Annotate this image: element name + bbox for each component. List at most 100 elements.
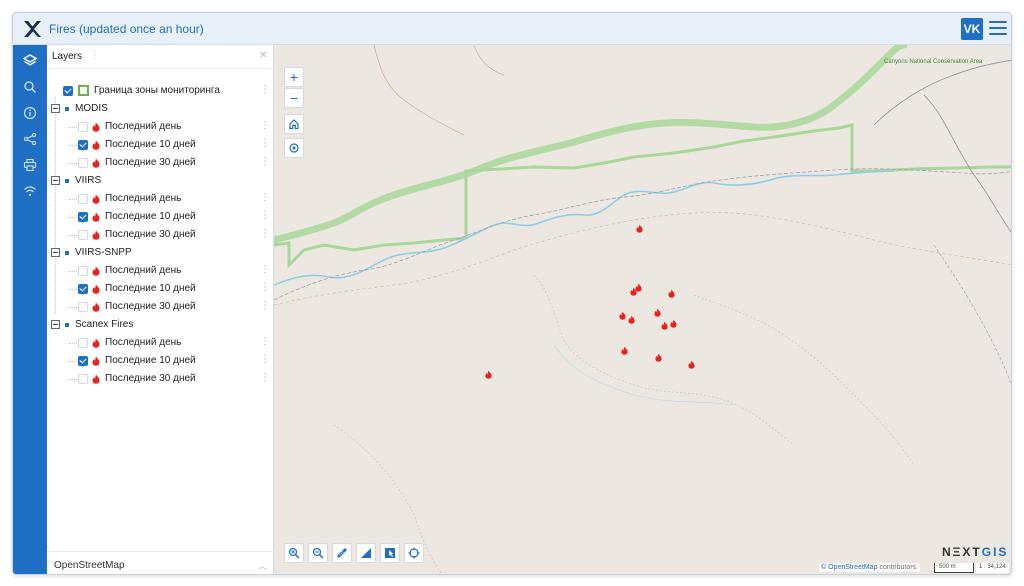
more-icon[interactable]: ⋮ <box>260 282 270 293</box>
layer-group-scanex[interactable]: Scanex Fires <box>47 316 274 334</box>
checkbox[interactable] <box>78 374 88 384</box>
layer-group-viirs-snpp[interactable]: VIIRS-SNPP <box>47 244 274 262</box>
collapse-icon[interactable] <box>51 248 60 257</box>
layer-row[interactable]: Последние 10 дней ⋮ <box>47 280 274 298</box>
layer-row[interactable]: Последние 30 дней ⋮ <box>47 370 274 388</box>
layer-label: Последние 30 дней <box>105 373 196 384</box>
layer-row[interactable]: Последние 10 дней ⋮ <box>47 136 274 154</box>
zoom-out-icon <box>312 547 324 559</box>
more-icon[interactable]: ⋮ <box>260 138 270 149</box>
chevron-up-icon[interactable]: ︿ <box>258 559 267 572</box>
layer-row[interactable]: Последние 30 дней ⋮ <box>47 154 274 172</box>
more-icon[interactable]: ⋮ <box>260 192 270 203</box>
panel-title: Layers <box>52 51 83 62</box>
checkbox[interactable] <box>78 158 88 168</box>
fire-point[interactable] <box>655 353 662 362</box>
collapse-icon[interactable] <box>51 320 60 329</box>
tree-guide <box>69 343 77 344</box>
header: Fires (updated once an hour) VK <box>13 13 1011 45</box>
zoom-in-tool-button[interactable] <box>284 543 304 563</box>
zoom-out-button[interactable]: − <box>284 88 304 108</box>
panel-drag-handle-icon[interactable]: ⋮ <box>90 50 100 61</box>
measure-area-button[interactable] <box>356 543 376 563</box>
layer-label: Последний день <box>105 265 182 276</box>
fire-point[interactable] <box>670 319 677 328</box>
more-icon[interactable]: ⋮ <box>260 264 270 275</box>
layer-row[interactable]: Последний день ⋮ <box>47 190 274 208</box>
search-icon[interactable] <box>18 75 42 99</box>
info-icon[interactable] <box>18 101 42 125</box>
more-icon[interactable]: ⋮ <box>260 354 270 365</box>
checkbox[interactable] <box>78 266 88 276</box>
locate-button[interactable] <box>284 138 304 158</box>
collapse-icon[interactable] <box>51 104 60 113</box>
print-icon[interactable] <box>18 153 42 177</box>
fire-point[interactable] <box>668 289 675 298</box>
zoom-in-button[interactable]: + <box>284 67 304 87</box>
fire-point[interactable] <box>654 308 661 317</box>
zoom-out-tool-button[interactable] <box>308 543 328 563</box>
checkbox[interactable] <box>78 338 88 348</box>
user-avatar[interactable]: VK <box>961 18 983 40</box>
basemap-selector[interactable]: OpenStreetMap ︿ <box>47 551 274 574</box>
checkbox[interactable] <box>63 86 73 96</box>
location-icon <box>289 143 299 153</box>
layers-icon[interactable] <box>18 49 42 73</box>
map-view[interactable]: Canyons National Conservation Area + − N… <box>274 45 1012 575</box>
checkbox[interactable] <box>78 284 88 294</box>
fire-point[interactable] <box>688 360 695 369</box>
tree-guide <box>69 271 77 272</box>
crosshair-button[interactable] <box>404 543 424 563</box>
close-icon[interactable]: ✕ <box>259 50 267 61</box>
share-icon[interactable] <box>18 127 42 151</box>
fire-icon <box>92 230 100 240</box>
more-icon[interactable]: ⋮ <box>260 228 270 239</box>
tree-guide <box>69 145 77 146</box>
layer-row[interactable]: Последние 30 дней ⋮ <box>47 226 274 244</box>
checkbox[interactable] <box>78 140 88 150</box>
fire-point[interactable] <box>628 315 635 324</box>
layer-row[interactable]: Последний день ⋮ <box>47 118 274 136</box>
wifi-icon[interactable] <box>18 179 42 203</box>
home-extent-button[interactable] <box>284 114 304 134</box>
fire-point[interactable] <box>619 311 626 320</box>
identify-button[interactable] <box>380 543 400 563</box>
more-icon[interactable]: ⋮ <box>260 372 270 383</box>
nextgis-logo-icon[interactable] <box>21 18 43 40</box>
measure-distance-button[interactable] <box>332 543 352 563</box>
checkbox[interactable] <box>78 194 88 204</box>
basemap-label: OpenStreetMap <box>54 560 125 571</box>
more-icon[interactable]: ⋮ <box>260 120 270 131</box>
hamburger-menu-icon[interactable] <box>989 21 1007 37</box>
more-icon[interactable]: ⋮ <box>260 210 270 221</box>
layer-group-viirs[interactable]: VIIRS <box>47 172 274 190</box>
group-label: Scanex Fires <box>75 319 134 330</box>
checkbox[interactable] <box>78 212 88 222</box>
collapse-icon[interactable] <box>51 176 60 185</box>
layer-row[interactable]: Последние 10 дней ⋮ <box>47 208 274 226</box>
layer-row[interactable]: Последний день ⋮ <box>47 262 274 280</box>
more-icon[interactable]: ⋮ <box>260 84 270 95</box>
more-icon[interactable]: ⋮ <box>260 336 270 347</box>
osm-link[interactable]: © OpenStreetMap <box>821 564 878 571</box>
checkbox[interactable] <box>78 356 88 366</box>
layer-group-modis[interactable]: MODIS <box>47 100 274 118</box>
more-icon[interactable]: ⋮ <box>260 300 270 311</box>
fire-point[interactable] <box>661 321 668 330</box>
layer-row[interactable]: Последние 30 дней ⋮ <box>47 298 274 316</box>
layer-row[interactable]: Последний день ⋮ <box>47 334 274 352</box>
crosshair-icon <box>408 547 420 559</box>
fire-point[interactable] <box>635 283 642 292</box>
checkbox[interactable] <box>78 230 88 240</box>
more-icon[interactable]: ⋮ <box>260 156 270 167</box>
layer-label: Последние 10 дней <box>105 139 196 150</box>
layer-row[interactable]: Последние 10 дней ⋮ <box>47 352 274 370</box>
fire-point[interactable] <box>621 346 628 355</box>
checkbox[interactable] <box>78 302 88 312</box>
layer-row-boundary[interactable]: Граница зоны мониторинга ⋮ <box>47 82 274 100</box>
map-canvas[interactable] <box>274 45 1012 575</box>
group-label: VIIRS-SNPP <box>75 247 132 258</box>
fire-point[interactable] <box>636 224 643 233</box>
fire-point[interactable] <box>485 370 492 379</box>
checkbox[interactable] <box>78 122 88 132</box>
